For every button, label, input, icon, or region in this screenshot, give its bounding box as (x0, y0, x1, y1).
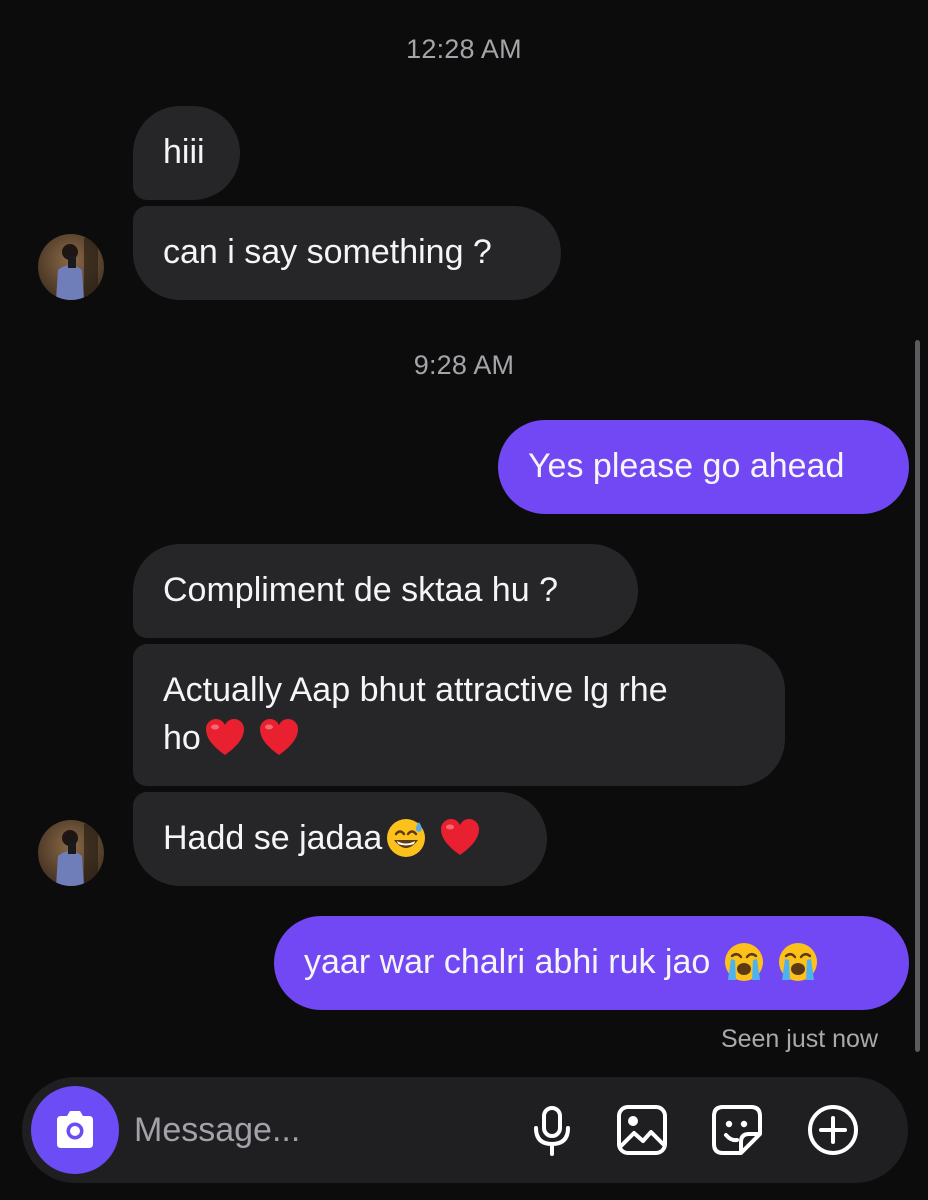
grinning-sweat-emoji-icon (387, 819, 426, 857)
avatar[interactable] (38, 820, 104, 886)
message-text: ho (163, 719, 201, 757)
camera-icon (57, 1111, 93, 1148)
message-text: Actually Aap bhut attractive lg rhe (163, 671, 668, 709)
message-text: hiii (163, 133, 205, 171)
message-text: Compliment de sktaa hu ? (163, 571, 558, 609)
outgoing-message[interactable]: Yes please go ahead (498, 420, 909, 514)
message-text: yaar war chalri abhi ruk jao (304, 943, 711, 981)
red-heart-icon (259, 719, 298, 755)
incoming-message[interactable]: hiii (133, 106, 240, 200)
loudly-crying-emoji-icon (725, 943, 764, 981)
loudly-crying-emoji-icon (779, 943, 818, 981)
incoming-message[interactable]: can i say something ? (133, 206, 561, 300)
message-text: Yes please go ahead (528, 447, 845, 485)
plus-icon[interactable] (805, 1102, 861, 1158)
camera-button[interactable] (31, 1086, 119, 1174)
incoming-message[interactable]: Compliment de sktaa hu ? (133, 544, 638, 638)
timestamp: 12:28 AM (406, 34, 522, 64)
scrollbar[interactable] (915, 340, 920, 1052)
avatar[interactable] (38, 234, 104, 300)
message-text: can i say something ? (163, 233, 492, 271)
incoming-message[interactable]: Hadd se jadaa (133, 792, 547, 886)
sticker-icon[interactable] (709, 1102, 765, 1158)
profile-photo-icon (38, 234, 104, 300)
message-composer (22, 1077, 908, 1183)
incoming-message[interactable]: Actually Aap bhut attractive lg rhe ho (133, 644, 785, 786)
message-input[interactable] (134, 1103, 494, 1157)
red-heart-icon (205, 719, 244, 755)
gallery-icon[interactable] (614, 1102, 670, 1158)
microphone-icon[interactable] (524, 1102, 580, 1158)
red-heart-icon (441, 819, 480, 855)
timestamp: 9:28 AM (413, 350, 515, 380)
profile-photo-icon (38, 820, 104, 886)
message-text: Hadd se jadaa (163, 819, 383, 857)
seen-status: Seen just now (720, 1025, 878, 1053)
outgoing-message[interactable]: yaar war chalri abhi ruk jao (274, 916, 909, 1010)
